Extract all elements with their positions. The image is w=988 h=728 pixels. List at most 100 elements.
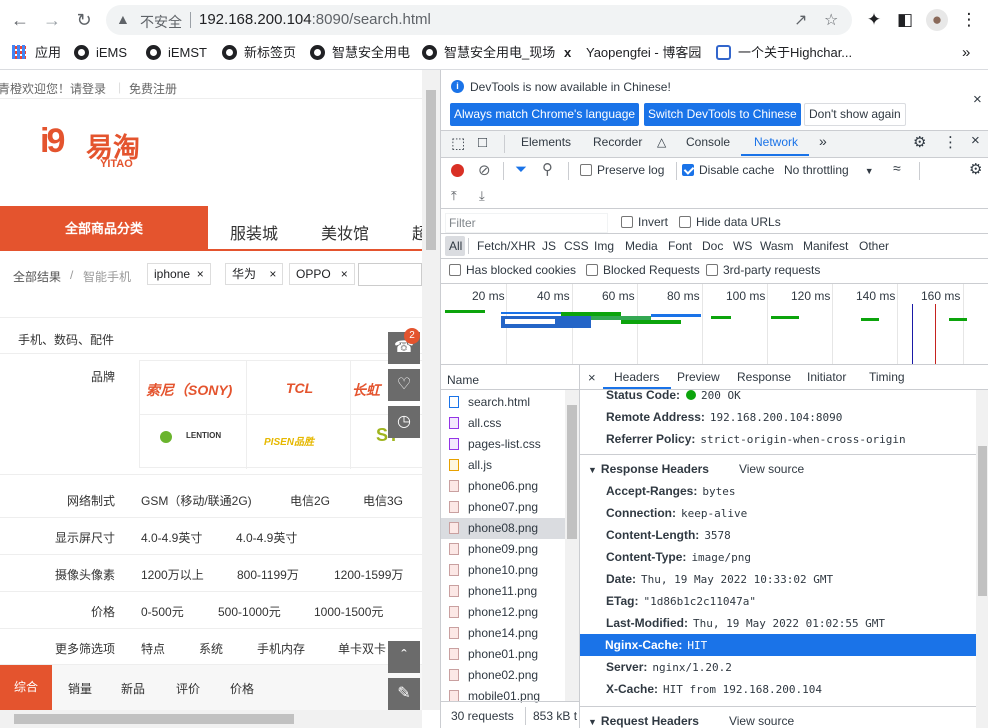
filter-option[interactable]: 4.0-4.9英寸 (141, 529, 202, 546)
disable-cache-checkbox[interactable]: Disable cache (682, 163, 774, 177)
share-icon[interactable]: ↗ (794, 10, 807, 30)
reload-icon[interactable]: ↻ (72, 8, 96, 32)
request-row[interactable]: search.html (444, 392, 578, 413)
tab-elements[interactable]: Elements (521, 135, 571, 149)
request-row[interactable]: pages-list.css (444, 434, 578, 455)
type-filter-media[interactable]: Media (625, 239, 658, 253)
nav-beauty[interactable]: 美妆馆 (321, 220, 369, 244)
view-source-link[interactable]: View source (729, 714, 794, 728)
response-header-row[interactable]: X-Cache: HIT from 192.168.200.104 (606, 678, 822, 700)
throttling-select[interactable]: No throttling ▼ (784, 163, 874, 177)
back-to-top-icon[interactable]: ˆ (388, 641, 420, 673)
bookmark-iems[interactable]: iEMS (74, 44, 127, 62)
settings-gear-icon[interactable]: ⚙ (913, 133, 926, 151)
record-icon[interactable] (451, 164, 464, 177)
request-row[interactable]: phone02.png (444, 665, 578, 686)
type-filter-all[interactable]: All (449, 239, 462, 253)
response-header-row[interactable]: Date: Thu, 19 May 2022 10:33:02 GMT (606, 568, 833, 590)
close-icon[interactable]: × (973, 91, 982, 108)
request-row[interactable]: mobile01.png (444, 686, 578, 707)
bookmark-highcharts[interactable]: 一个关于Highchar... (716, 44, 852, 62)
filter-tag-iphone[interactable]: iphone × (147, 263, 211, 285)
response-header-row[interactable]: Last-Modified: Thu, 19 May 2022 01:02:55 … (606, 612, 885, 634)
checkbox[interactable] (449, 264, 461, 276)
switch-to-chinese-button[interactable]: Switch DevTools to Chinese (644, 103, 801, 126)
filter-input[interactable]: Filter (445, 213, 608, 233)
filter-option[interactable]: 系统 (199, 640, 223, 657)
checkbox[interactable] (621, 216, 633, 228)
response-header-row[interactable]: Content-Length: 3578 (606, 524, 731, 546)
filter-option[interactable]: 500-1000元 (218, 603, 281, 620)
sort-tab-new[interactable]: 新品 (121, 680, 145, 697)
scroll-thumb[interactable] (426, 90, 436, 250)
device-toolbar-icon[interactable]: □ (478, 134, 487, 151)
site-logo[interactable]: i9 易淘 YITAO (40, 122, 160, 174)
bookmark-apps[interactable]: 应用 (12, 44, 61, 62)
request-row[interactable]: phone12.png (444, 602, 578, 623)
search-input[interactable] (358, 263, 422, 286)
dont-show-again-button[interactable]: Don't show again (804, 103, 906, 126)
type-filter-img[interactable]: Img (594, 239, 614, 253)
bookmark-iemst[interactable]: iEMST (146, 44, 207, 62)
page-vertical-scrollbar[interactable] (422, 70, 440, 710)
type-filter-fetch-xhr[interactable]: Fetch/XHR (477, 239, 536, 253)
export-har-icon[interactable]: ⤓ (479, 188, 485, 204)
more-bookmarks-icon[interactable]: » (962, 44, 970, 62)
close-icon[interactable]: × (341, 267, 348, 281)
star-icon[interactable]: ☆ (824, 10, 838, 30)
filter-option[interactable]: 800-1199万 (237, 566, 299, 583)
request-row[interactable]: phone09.png (444, 539, 578, 560)
request-row[interactable]: phone01.png (444, 644, 578, 665)
detail-tab-initiator[interactable]: Initiator (807, 370, 846, 384)
filter-option[interactable]: 单卡双卡 (338, 640, 386, 657)
invert-checkbox[interactable]: Invert (621, 215, 668, 229)
detail-tab-headers[interactable]: Headers (614, 370, 659, 384)
bookmark-smart-safety[interactable]: 智慧安全用电 (310, 44, 410, 62)
scroll-thumb[interactable] (14, 714, 294, 724)
breadcrumb-all[interactable]: 全部结果 (13, 268, 61, 285)
sort-tab-reviews[interactable]: 评价 (176, 680, 200, 697)
response-header-row[interactable]: ETag: "1d86b1c2c11047a" (606, 590, 756, 612)
bookmark-new-tab[interactable]: 新标签页 (222, 44, 296, 62)
request-row[interactable]: phone08.png (441, 518, 565, 539)
bookmark-yaopengfei[interactable]: х Yaopengfei - 博客园 (564, 44, 701, 62)
type-filter-ws[interactable]: WS (733, 239, 752, 253)
filter-tag-huawei[interactable]: 华为 × (225, 263, 284, 285)
hide-data-urls-checkbox[interactable]: Hide data URLs (679, 215, 781, 229)
warning-icon[interactable]: ▲ (116, 11, 130, 27)
type-filter-css[interactable]: CSS (564, 239, 589, 253)
filter-option[interactable]: 4.0-4.9英寸 (236, 529, 297, 546)
type-filter-other[interactable]: Other (859, 239, 889, 253)
brand-pisen[interactable]: PISEN品胜 (264, 433, 314, 448)
profile-avatar-icon[interactable]: ● (926, 9, 948, 31)
network-conditions-icon[interactable]: ≈ (893, 160, 901, 176)
request-row[interactable]: all.css (444, 413, 578, 434)
network-settings-gear-icon[interactable]: ⚙ (969, 160, 982, 178)
brand-lention[interactable]: LENTION (186, 431, 221, 440)
import-har-icon[interactable]: ⤒ (451, 188, 457, 204)
address-bar[interactable]: ▲ 不安全 192.168.200.104:8090/search.html ↗… (106, 5, 852, 35)
extensions-icon[interactable]: ✦ (863, 9, 885, 31)
filter-option[interactable]: 1200万以上 (141, 566, 204, 583)
filter-option[interactable]: 0-500元 (141, 603, 184, 620)
sort-tab-sales[interactable]: 销量 (68, 680, 92, 697)
brand-changhong[interactable]: 长虹 (352, 380, 380, 400)
request-row[interactable]: all.js (444, 455, 578, 476)
inspect-element-icon[interactable]: ⬚ (451, 134, 465, 152)
checkbox[interactable] (580, 164, 592, 176)
checkbox[interactable] (586, 264, 598, 276)
sort-tab-price[interactable]: 价格 (230, 680, 254, 697)
always-match-language-button[interactable]: Always match Chrome's language (450, 103, 640, 126)
nav-clothing[interactable]: 服装城 (230, 220, 278, 244)
scroll-thumb[interactable] (978, 446, 987, 596)
welcome-text[interactable]: 青橙欢迎您！请登录 (0, 80, 106, 97)
tab-recorder[interactable]: Recorder (593, 135, 642, 149)
request-row[interactable]: phone11.png (444, 581, 578, 602)
response-header-row[interactable]: Accept-Ranges: bytes (606, 480, 735, 502)
detail-tab-preview[interactable]: Preview (677, 370, 720, 384)
request-row[interactable]: phone10.png (444, 560, 578, 581)
menu-kebab-icon[interactable]: ⋮ (943, 133, 958, 151)
tab-console[interactable]: Console (686, 135, 730, 149)
bookmark-smart-safety-field[interactable]: 智慧安全用电_现场 (422, 44, 555, 62)
register-link[interactable]: 免费注册 (129, 80, 177, 97)
